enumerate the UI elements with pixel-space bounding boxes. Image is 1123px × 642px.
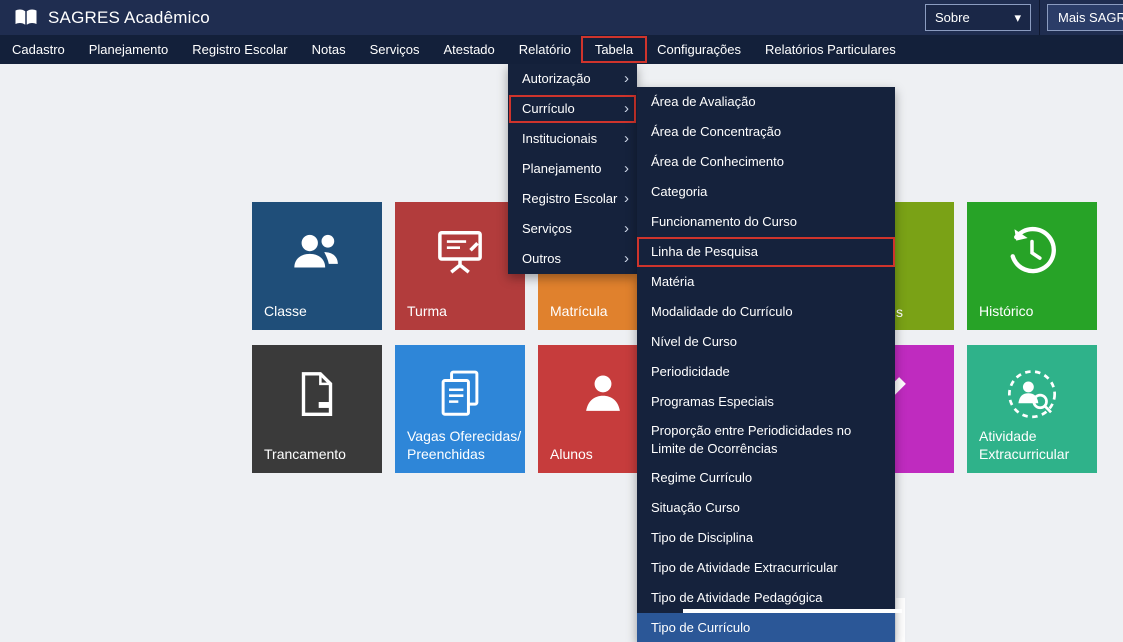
tile-label: Matrícula [550, 302, 608, 320]
submenu-item-tipo-de-disciplina[interactable]: Tipo de Disciplina [637, 523, 895, 553]
tile-label-fragment: s [896, 304, 903, 320]
chevron-right-icon: › [624, 64, 629, 94]
dropdown-item-outros[interactable]: Outros › [508, 244, 637, 274]
student-icon [576, 367, 630, 426]
submenu-item-proporcao-periodicidades[interactable]: Proporção entre Periodicidades no Limite… [637, 417, 895, 463]
tile-label: Trancamento [264, 445, 346, 463]
about-label: Sobre [935, 10, 970, 25]
menu-registro-escolar[interactable]: Registro Escolar [180, 38, 299, 61]
submenu-item-funcionamento-do-curso[interactable]: Funcionamento do Curso [637, 207, 895, 237]
header-divider [1039, 0, 1040, 35]
submenu-item-programas-especiais[interactable]: Programas Especiais [637, 387, 895, 417]
dropdown-item-institucionais[interactable]: Institucionais › [508, 124, 637, 154]
submenu-item-linha-de-pesquisa[interactable]: Linha de Pesquisa [637, 237, 895, 267]
dropdown-item-servicos[interactable]: Serviços › [508, 214, 637, 244]
menu-servicos[interactable]: Serviços [358, 38, 432, 61]
submenu-item-modalidade-do-curriculo[interactable]: Modalidade do Currículo [637, 297, 895, 327]
dropdown-item-autorizacao[interactable]: Autorização › [508, 64, 637, 94]
menu-configuracoes[interactable]: Configurações [645, 38, 753, 61]
person-search-icon [1003, 367, 1061, 430]
dropdown-item-planejamento[interactable]: Planejamento › [508, 154, 637, 184]
submenu-item-regime-curriculo[interactable]: Regime Currículo [637, 463, 895, 493]
book-icon [14, 8, 38, 28]
menu-notas[interactable]: Notas [300, 38, 358, 61]
tile-historico[interactable]: Histórico [967, 202, 1097, 330]
partial-window-edge [896, 598, 905, 642]
chevron-right-icon: › [624, 214, 629, 244]
tile-classe[interactable]: Classe [252, 202, 382, 330]
menu-cadastro[interactable]: Cadastro [0, 38, 77, 61]
app-header: SAGRES Acadêmico Sobre ▾ Mais SAGRES [0, 0, 1123, 35]
curriculo-submenu: Área de Avaliação Área de Concentração Á… [637, 87, 895, 642]
submenu-item-area-de-avaliacao[interactable]: Área de Avaliação [637, 87, 895, 117]
submenu-item-area-de-concentracao[interactable]: Área de Concentração [637, 117, 895, 147]
people-icon [288, 224, 346, 287]
tabela-dropdown: Autorização › Currículo › Institucionais… [508, 64, 637, 274]
menu-relatorios-particulares[interactable]: Relatórios Particulares [753, 38, 908, 61]
presentation-icon [432, 224, 488, 285]
tile-turma[interactable]: Turma [395, 202, 525, 330]
tile-label: Classe [264, 302, 307, 320]
chevron-right-icon: › [624, 184, 629, 214]
app-title: SAGRES Acadêmico [48, 8, 210, 28]
chevron-right-icon: › [624, 124, 629, 154]
tile-atividade-extracurricular[interactable]: Atividade Extracurricular [967, 345, 1097, 473]
submenu-item-nivel-de-curso[interactable]: Nível de Curso [637, 327, 895, 357]
submenu-item-materia[interactable]: Matéria [637, 267, 895, 297]
main-menubar: Cadastro Planejamento Registro Escolar N… [0, 35, 1123, 64]
copies-icon [433, 367, 487, 426]
submenu-item-area-de-conhecimento[interactable]: Área de Conhecimento [637, 147, 895, 177]
tile-label: Atividade Extracurricular [979, 427, 1069, 463]
about-dropdown[interactable]: Sobre ▾ [925, 4, 1031, 31]
tile-label: Turma [407, 302, 447, 320]
history-icon [1004, 224, 1060, 285]
submenu-item-situacao-curso[interactable]: Situação Curso [637, 493, 895, 523]
chevron-right-icon: › [624, 154, 629, 184]
document-minus-icon [290, 367, 344, 426]
tile-vagas[interactable]: Vagas Oferecidas/ Preenchidas [395, 345, 525, 473]
menu-relatorio[interactable]: Relatório [507, 38, 583, 61]
dropdown-item-curriculo[interactable]: Currículo › [508, 94, 637, 124]
partial-window-top-edge [683, 609, 902, 613]
menu-planejamento[interactable]: Planejamento [77, 38, 181, 61]
dropdown-item-registro-escolar[interactable]: Registro Escolar › [508, 184, 637, 214]
tile-trancamento[interactable]: Trancamento [252, 345, 382, 473]
more-sagres-button[interactable]: Mais SAGRES [1047, 4, 1123, 31]
chevron-right-icon: › [624, 94, 629, 124]
tile-label: Alunos [550, 445, 593, 463]
submenu-item-periodicidade[interactable]: Periodicidade [637, 357, 895, 387]
menu-tabela[interactable]: Tabela [583, 38, 645, 61]
tile-label: Histórico [979, 302, 1033, 320]
tile-label: Vagas Oferecidas/ Preenchidas [407, 427, 521, 463]
chevron-right-icon: › [624, 244, 629, 274]
submenu-item-tipo-de-atividade-extracurricular[interactable]: Tipo de Atividade Extracurricular [637, 553, 895, 583]
chevron-down-icon: ▾ [1014, 10, 1021, 26]
menu-atestado[interactable]: Atestado [431, 38, 506, 61]
submenu-item-tipo-de-curriculo[interactable]: Tipo de Currículo [637, 613, 895, 642]
submenu-item-categoria[interactable]: Categoria [637, 177, 895, 207]
